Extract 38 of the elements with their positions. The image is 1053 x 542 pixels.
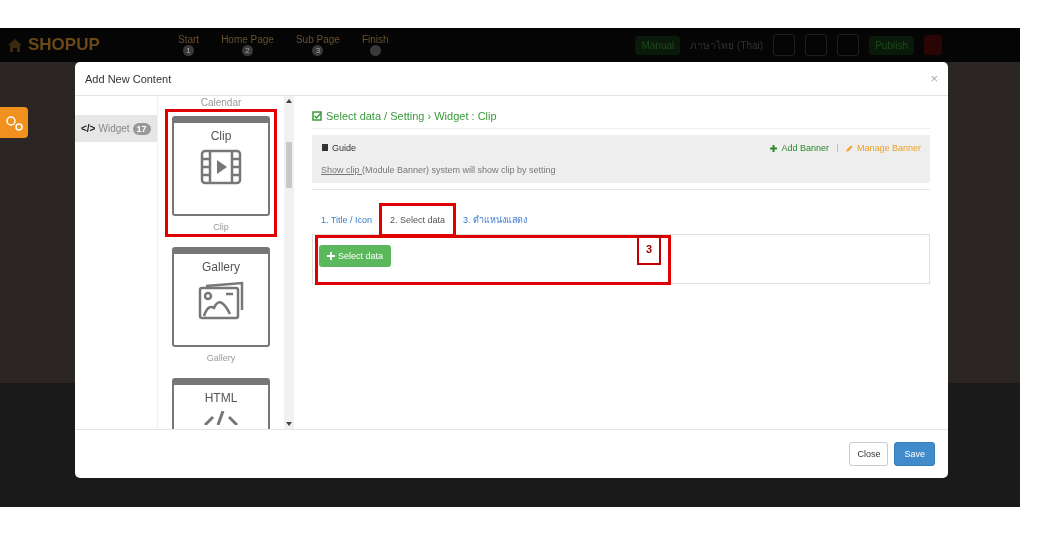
widget-card[interactable]: HTML: [172, 378, 270, 429]
step-dot: 1: [183, 45, 195, 56]
widget-label: Clip: [213, 222, 229, 232]
step-number-label: 3: [637, 235, 661, 265]
step-label: Finish: [361, 34, 389, 45]
step-dot: 2: [242, 45, 254, 56]
widget-title: Clip: [210, 129, 232, 143]
show-clip-link[interactable]: Show clip: [321, 165, 363, 175]
widget-card[interactable]: Clip: [172, 116, 270, 216]
code-icon: </>: [81, 123, 96, 134]
widget-label: Calendar: [200, 97, 242, 109]
add-banner-link[interactable]: Add Banner: [781, 143, 829, 153]
count-badge: 17: [132, 122, 151, 135]
save-button[interactable]: Save: [894, 442, 935, 466]
step-label: Sub Page: [295, 34, 340, 45]
step-label: Home Page: [221, 34, 274, 45]
tab[interactable]: 2. Select data: [381, 205, 455, 235]
modal-title: Add New Content: [85, 72, 173, 85]
close-button[interactable]: ×: [930, 71, 938, 86]
tab[interactable]: 3. ตำแหน่งแสดง: [454, 205, 537, 235]
widget-label: Gallery: [206, 353, 236, 363]
widget-title: Gallery: [202, 260, 240, 274]
category-label: Widget: [98, 123, 130, 134]
step-dot: 3: [312, 45, 324, 56]
close-button[interactable]: Close: [849, 442, 889, 466]
guide-text: Show clip (Module Banner) system will show clip by setting: [321, 165, 557, 175]
widget-item[interactable]: HTML: [165, 371, 277, 429]
tab[interactable]: 1. Title / Icon: [312, 205, 382, 235]
widget-category[interactable]: </> Widget 17: [75, 115, 157, 142]
section-heading: Select data / Setting › Widget : Clip: [326, 110, 497, 122]
widget-card[interactable]: Gallery: [172, 247, 270, 347]
select-data-button[interactable]: Select data: [319, 245, 392, 267]
widget-item[interactable]: Clip Clip: [165, 109, 277, 237]
site-logo: SHOPUP: [28, 35, 100, 55]
widget-item[interactable]: Gallery Gallery: [165, 240, 277, 368]
step-label: Start: [178, 34, 200, 45]
guide-title: Guide: [332, 143, 358, 153]
widget-title: HTML: [204, 391, 238, 405]
